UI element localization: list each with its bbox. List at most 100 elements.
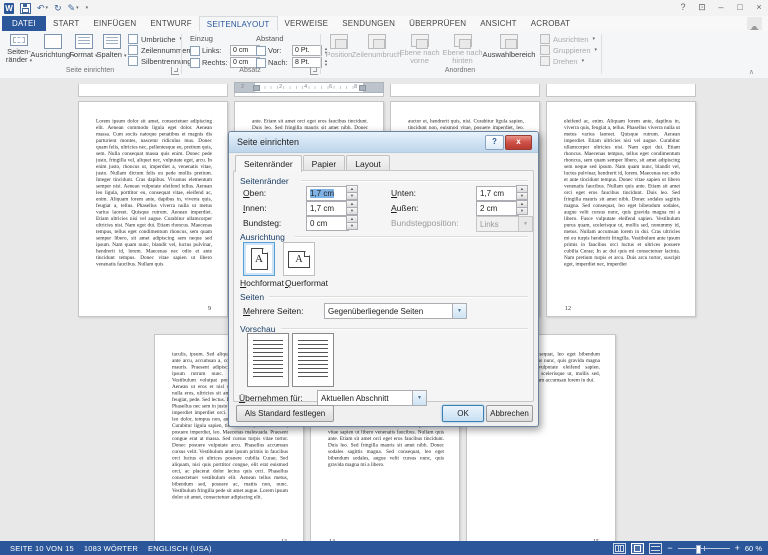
group-label-anordnen: Anordnen — [410, 67, 510, 74]
aussen-input[interactable]: 2 cm — [476, 201, 519, 216]
dialog-launcher-absatz[interactable] — [310, 67, 318, 75]
ribbon-button-zeilennummern[interactable]: Zeilennummern▾ — [128, 45, 200, 55]
ribbon-button-umbrüche[interactable]: Umbrüche▾ — [128, 34, 182, 44]
status-bar: SEITE 10 VON 15 1083 WÖRTER ENGLISCH (US… — [0, 541, 768, 555]
ribbon-field-indent-links-[interactable]: Links:0 cm▲▼ — [190, 45, 266, 56]
unten-spinner[interactable]: ▲▼ — [516, 185, 528, 200]
save-icon[interactable] — [20, 3, 31, 14]
web-layout-icon[interactable] — [649, 543, 662, 554]
oben-label: Oben: — [243, 188, 266, 198]
ribbon-button-ausrichten: Ausrichten▾ — [540, 34, 595, 44]
ribbon: Seiten-ränder ▾Ausrichtung ▾Format ▾Spal… — [0, 31, 768, 79]
dialog-launcher-seite-einrichten[interactable] — [171, 67, 179, 75]
maximize-icon[interactable]: □ — [735, 2, 745, 12]
ribbon-button-seitenränder[interactable]: Seiten-ränder ▾ — [3, 33, 35, 65]
dialog-tab-papier[interactable]: Papier — [303, 155, 346, 171]
user-avatar[interactable] — [747, 17, 762, 30]
collapse-ribbon-icon[interactable]: ∧ — [749, 68, 754, 76]
tab-ansicht[interactable]: ANSICHT — [473, 16, 524, 31]
indent-marker-right[interactable] — [359, 85, 366, 91]
tab-überprüfen[interactable]: ÜBERPRÜFEN — [402, 16, 473, 31]
ruler-number: 2 — [241, 84, 244, 89]
zoom-slider-thumb[interactable] — [696, 545, 701, 554]
zoom-slider[interactable] — [678, 548, 730, 549]
ruler-number: 6 — [329, 84, 332, 89]
tab-seitenlayout[interactable]: SEITENLAYOUT — [199, 16, 278, 31]
ok-button[interactable]: OK — [442, 405, 484, 422]
aussen-spinner[interactable]: ▲▼ — [516, 200, 528, 215]
unten-label: Unten: — [391, 188, 416, 198]
document-page[interactable]: eleifend ac, enim. Aliquam lorem ante, d… — [546, 101, 696, 317]
innen-input[interactable]: 1,7 cm — [306, 201, 349, 216]
set-default-button[interactable]: Als Standard festlegen — [236, 405, 334, 422]
title-bar: W ↶▾ ↻ ✎▾ ▾ ? ⊡ – □ × — [0, 0, 768, 16]
dialog-help-button[interactable]: ? — [485, 135, 504, 150]
chevron-down-icon[interactable]: ▾ — [76, 3, 79, 13]
zoom-level[interactable]: 60 % — [745, 544, 762, 553]
undo-icon[interactable]: ↶▾ — [37, 3, 48, 13]
ribbon-display-options-icon[interactable]: ⊡ — [697, 2, 707, 12]
chevron-down-icon[interactable]: ▾ — [46, 3, 49, 13]
minimize-icon[interactable]: – — [716, 2, 726, 12]
ribbon-button-gruppieren: Gruppieren▾ — [540, 45, 597, 55]
page-text: Lorem ipsum dolor sit amet, consectetuer… — [96, 118, 212, 303]
group-label-seite-einrichten: Seite einrichten — [40, 67, 140, 74]
tab-einfügen[interactable]: EINFÜGEN — [86, 16, 143, 31]
oben-input[interactable]: 1,7 cm — [306, 186, 349, 201]
ribbon-button-ausrichtung[interactable]: Ausrichtung ▾ — [36, 33, 69, 65]
zoom-out-icon[interactable]: − — [667, 544, 672, 553]
print-layout-icon[interactable] — [631, 543, 644, 554]
apply-to-select[interactable]: Aktuellen Abschnitt▼ — [317, 390, 427, 406]
ribbon-button-spalten[interactable]: Spalten ▾ — [98, 33, 125, 65]
read-mode-icon[interactable] — [613, 543, 626, 554]
dialog-close-button[interactable]: x — [505, 135, 532, 150]
close-icon[interactable]: × — [754, 2, 764, 12]
landscape-label: Querformat — [285, 278, 328, 288]
bundstegposition-value: Links — [480, 220, 499, 229]
tab-datei[interactable]: DATEI — [2, 16, 46, 31]
indent-marker-left[interactable] — [253, 85, 260, 91]
size-icon — [75, 34, 93, 49]
zoom-in-icon[interactable]: + — [735, 544, 740, 553]
qat-customize-icon[interactable]: ▾ — [86, 5, 89, 11]
multiple-pages-select[interactable]: Gegenüberliegende Seiten▼ — [324, 303, 467, 319]
dialog-tab-layout[interactable]: Layout — [346, 155, 390, 171]
document-page[interactable]: Lorem ipsum dolor sit amet, consectetuer… — [78, 101, 228, 317]
dialog-tab-seitenraender[interactable]: Seitenränder — [235, 155, 302, 172]
ribbon-field-spacing-vor-[interactable]: Vor:0 Pt.▲▼ — [256, 45, 328, 56]
orientation-group-heading: Ausrichtung — [240, 232, 285, 242]
word-count[interactable]: 1083 WÖRTER — [84, 544, 138, 553]
language-indicator[interactable]: ENGLISCH (USA) — [148, 544, 212, 553]
unten-input[interactable]: 1,7 cm — [476, 186, 519, 201]
page-indicator[interactable]: SEITE 10 VON 15 — [10, 544, 74, 553]
tab-verweise[interactable]: VERWEISE — [278, 16, 336, 31]
ribbon-button-format[interactable]: Format ▾ — [70, 33, 97, 65]
landscape-option[interactable]: A — [283, 242, 315, 276]
horizontal-ruler[interactable]: 2 2468 — [234, 82, 384, 93]
redo-icon[interactable]: ↻ — [54, 3, 62, 13]
tab-start[interactable]: START — [46, 16, 86, 31]
tab-acrobat[interactable]: ACROBAT — [524, 16, 577, 31]
ribbon-button-ebene-nach-vorne: Ebene nachvorne — [399, 33, 440, 65]
pen-tool-icon[interactable]: ✎▾ — [68, 3, 79, 13]
cancel-button[interactable]: Abbrechen — [486, 405, 533, 422]
page-bottom-strip — [546, 84, 696, 97]
tab-sendungen[interactable]: SENDUNGEN — [335, 16, 402, 31]
drehen-icon — [540, 56, 550, 66]
word-app-icon: W — [4, 3, 14, 14]
page-text: eleifend ac, enim. Aliquam lorem ante, d… — [564, 118, 680, 303]
help-icon[interactable]: ? — [678, 2, 688, 12]
ribbon-button-silbentrennung[interactable]: Silbentrennung▾ — [128, 56, 198, 66]
ribbon-button-auswahlbereich[interactable]: Auswahlbereich — [485, 33, 533, 65]
bundsteg-input[interactable]: 0 cm — [306, 216, 349, 231]
portrait-option[interactable]: A — [243, 242, 275, 276]
oben-spinner[interactable]: ▲▼ — [346, 185, 358, 200]
chevron-down-icon: ▾ — [582, 58, 585, 64]
innen-spinner[interactable]: ▲▼ — [346, 200, 358, 215]
ruler-text-area — [255, 83, 363, 92]
chevron-down-icon: ▾ — [124, 53, 127, 59]
pages-group-heading: Seiten — [240, 292, 264, 302]
tab-entwurf[interactable]: ENTWURF — [143, 16, 198, 31]
bundsteg-spinner[interactable]: ▲▼ — [346, 215, 358, 230]
portrait-icon: A — [251, 248, 268, 270]
